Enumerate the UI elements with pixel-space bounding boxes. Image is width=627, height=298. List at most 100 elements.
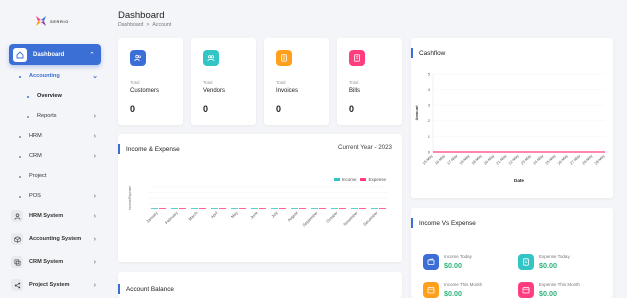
accent-bar xyxy=(411,218,413,228)
card-header: Income & Expense xyxy=(118,144,180,154)
x-tick-label: 27-May xyxy=(569,154,581,166)
stat-caption: Total xyxy=(349,80,359,85)
bar-expense xyxy=(319,208,326,209)
bullet-icon xyxy=(19,76,21,78)
receipt-icon xyxy=(518,254,534,270)
legend-expense: Expense xyxy=(368,177,386,182)
x-tick-label: 25-May xyxy=(545,154,557,166)
sidebar-item-label: CRM System xyxy=(29,259,64,265)
chevron-up-icon: ⌃ xyxy=(89,51,95,59)
sidebar-item-crm-system[interactable]: CRM System › xyxy=(0,253,108,271)
sidebar-item-accounting-system[interactable]: Accounting System › xyxy=(0,230,108,248)
sidebar-item-project[interactable]: Project xyxy=(0,173,108,179)
x-tick-label: 22-May xyxy=(508,154,520,166)
accent-bar xyxy=(118,144,120,154)
bar-income xyxy=(251,208,258,209)
sidebar-item-dashboard[interactable]: Dashboard ⌃ xyxy=(9,44,101,65)
bullet-icon xyxy=(19,176,21,178)
cashflow-chart: Amount54321015-May 16-May 17-May 18-May 19-M… xyxy=(414,71,606,183)
x-tick-label: 19-May xyxy=(471,154,483,166)
bar-expense xyxy=(359,208,366,209)
account-balance-card: Account Balance xyxy=(118,272,402,298)
x-tick-label: 16-May xyxy=(434,154,446,166)
page-title: Dashboard xyxy=(118,10,165,21)
sidebar-item-label: Overview xyxy=(37,93,62,99)
breadcrumb-home[interactable]: Dashboard xyxy=(118,22,143,28)
sidebar-item-label: CRM xyxy=(29,153,42,159)
x-tick-label: February xyxy=(164,210,179,225)
user-icon xyxy=(11,210,23,222)
sidebar-item-accounting[interactable]: Accounting ⌄ xyxy=(0,73,108,80)
stat-value: 0 xyxy=(130,104,136,114)
metric-value: $0.00 xyxy=(539,261,557,270)
y-axis-label: Amount xyxy=(414,105,419,121)
legend-income: Income xyxy=(341,177,357,182)
sidebar-item-label: HRM System xyxy=(29,213,64,219)
stat-card-customers[interactable]: Total Customers 0 xyxy=(118,38,183,125)
x-tick-label: September xyxy=(301,210,319,228)
y-axis-label: Income/Expense xyxy=(128,186,132,210)
sidebar-item-label: Project System xyxy=(29,282,70,288)
breadcrumb-separator: > xyxy=(146,22,150,28)
income-today: Income Today $0.00 xyxy=(423,254,472,270)
bullet-icon xyxy=(27,96,29,98)
bar-expense xyxy=(259,208,266,209)
bar-income xyxy=(191,208,198,209)
sidebar-item-label: Accounting System xyxy=(29,236,82,242)
sidebar-item-crm[interactable]: CRM › xyxy=(0,153,108,160)
stat-caption: Total xyxy=(130,80,140,85)
metric-value: $0.00 xyxy=(444,289,462,298)
share-icon xyxy=(11,279,23,291)
bar-income xyxy=(171,208,178,209)
sidebar-item-hrm[interactable]: HRM › xyxy=(0,132,108,140)
x-tick-label: December xyxy=(362,210,379,227)
metric-label: Income This Month xyxy=(444,282,483,287)
bar-expense xyxy=(179,208,186,209)
y-tick-label: 1 xyxy=(428,134,431,139)
bar-expense xyxy=(199,208,206,209)
stat-label: Bills xyxy=(349,88,361,94)
income-expense-chart: Income/Expense January February March April M… xyxy=(128,186,388,228)
vendor-icon xyxy=(203,50,219,66)
invoice-icon xyxy=(276,50,292,66)
sidebar-item-reports[interactable]: Reports › xyxy=(0,113,108,120)
stat-card-bills[interactable]: Total Bills 0 xyxy=(337,38,402,125)
sidebar-item-project-system[interactable]: Project System › xyxy=(0,276,108,294)
home-icon xyxy=(13,47,27,62)
bullet-icon xyxy=(19,156,21,158)
sidebar-item-overview[interactable]: Overview xyxy=(0,93,108,99)
stat-card-invoices[interactable]: Total Invoices 0 xyxy=(264,38,329,125)
card-title: Cashflow xyxy=(419,49,446,57)
x-tick-label: 23-May xyxy=(520,154,532,166)
sidebar-item-pos[interactable]: POS › xyxy=(0,192,108,200)
x-axis-label: Date xyxy=(514,178,524,183)
metric-label: Income Today xyxy=(444,254,472,259)
chevron-down-icon: ⌄ xyxy=(92,73,98,80)
sidebar-item-label: Dashboard xyxy=(33,51,65,58)
x-tick-label: 15-May xyxy=(422,154,434,166)
sidebar-item-hrm-system[interactable]: HRM System › xyxy=(0,207,108,225)
chevron-right-icon: › xyxy=(93,132,96,140)
stat-value: 0 xyxy=(203,104,209,114)
logo-mark-icon xyxy=(36,16,46,26)
metric-label: Expense Today xyxy=(539,254,570,259)
x-tick-label: July xyxy=(270,210,279,219)
box-icon xyxy=(11,233,23,245)
x-tick-label: 28-May xyxy=(582,154,594,166)
y-tick-label: 2 xyxy=(428,118,431,123)
chevron-right-icon: › xyxy=(93,235,96,243)
bar-income xyxy=(231,208,238,209)
bar-income xyxy=(351,208,358,209)
y-tick-label: 4 xyxy=(428,87,431,92)
chevron-right-icon: › xyxy=(93,192,96,200)
period-label: Current Year - 2023 xyxy=(337,144,392,151)
calendar-icon xyxy=(423,282,439,298)
x-tick-label: May xyxy=(230,210,239,219)
stat-card-vendors[interactable]: Total Vendors 0 xyxy=(191,38,256,125)
x-tick-label: 20-May xyxy=(483,154,495,166)
accent-bar xyxy=(118,284,120,294)
bill-icon xyxy=(349,50,365,66)
sidebar-item-label: Project xyxy=(29,173,47,179)
income-this-month: Income This Month $0.00 xyxy=(423,282,482,298)
brand-logo[interactable]: SERRIO xyxy=(34,14,69,28)
